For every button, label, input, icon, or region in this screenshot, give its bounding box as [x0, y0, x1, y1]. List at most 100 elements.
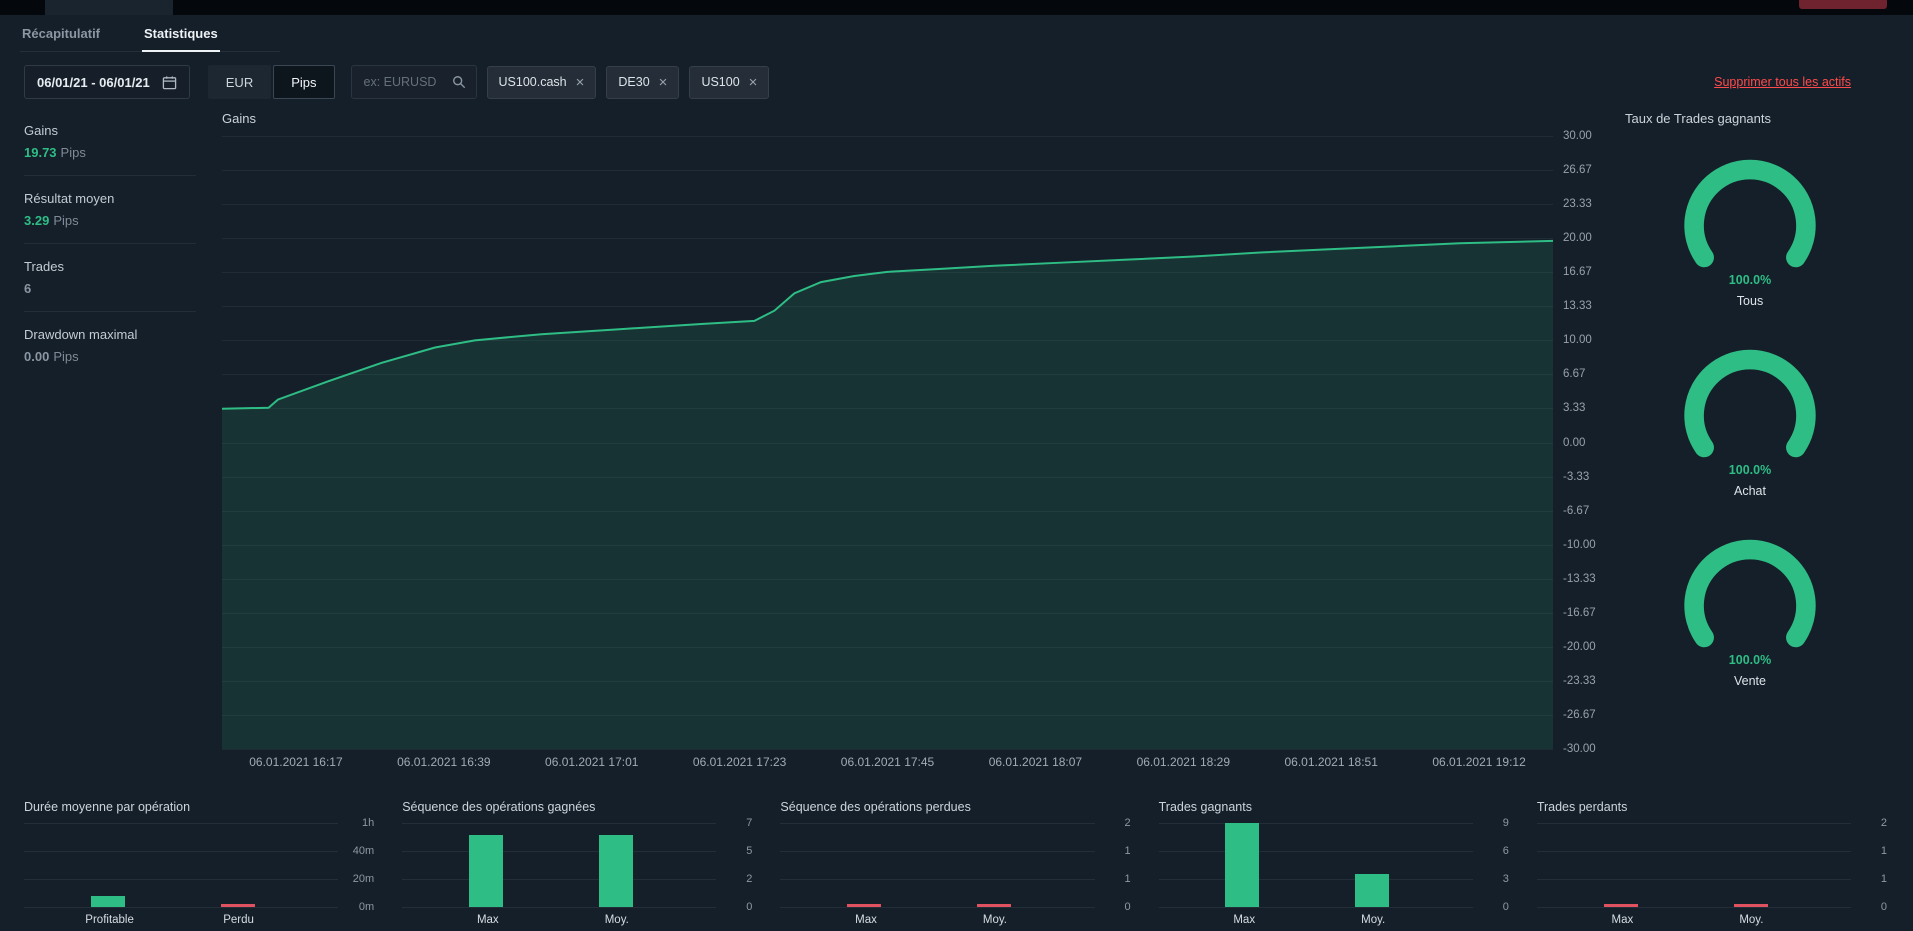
gains-xtick: 06.01.2021 18:51 [1284, 755, 1378, 769]
display-mode-toggle: EUR Pips [207, 65, 335, 99]
stat-unit: Pips [53, 349, 79, 364]
gauge-arc-icon [1684, 539, 1816, 648]
statistics-page: Récapitulatif Statistiques 06/01/21 - 06… [0, 0, 1913, 931]
calendar-icon [162, 75, 177, 89]
search-icon [452, 76, 465, 89]
gains-xtick: 06.01.2021 17:23 [692, 755, 787, 769]
gains-y-axis: 30.00 26.67 23.33 20.00 16.67 13.33 10.00 6.67 3… [1553, 130, 1611, 755]
asset-chip-label: DE30 [618, 75, 650, 89]
search-input[interactable] [361, 74, 446, 90]
gauge-tous: 100.0% Tous [1666, 150, 1834, 308]
date-range-value: 06/01/21 - 06/01/21 [37, 74, 150, 90]
asset-chip-us100[interactable]: US100 × [689, 65, 770, 99]
gains-ytick: -30.00 [1563, 743, 1596, 755]
remove-all-assets-link[interactable]: Supprimer tous les actifs [1714, 75, 1851, 89]
mini-ytick: 0 [746, 901, 753, 913]
gauge-arc-icon [1684, 349, 1816, 458]
mini-chart-win-streak[interactable]: Séquence des opérations gagnées 7 5 2 0 Max… [402, 800, 754, 926]
stat-value: 6 [24, 281, 32, 296]
gains-xtick: 06.01.2021 19:12 [1432, 755, 1526, 769]
asset-chip-label: US100.cash [498, 75, 567, 89]
date-range-picker[interactable]: 06/01/21 - 06/01/21 [24, 65, 190, 99]
filter-bar: 06/01/21 - 06/01/21 EUR Pips US100.cash … [0, 52, 1913, 99]
mini-ytick: 7 [746, 817, 753, 829]
page-tabs: Récapitulatif Statistiques [20, 24, 280, 52]
gains-ytick: 20.00 [1563, 232, 1592, 245]
mini-ytick: 2 [746, 873, 753, 885]
stat-label: Gains [24, 123, 58, 138]
gains-x-axis: 06.01.2021 16:17 06.01.2021 16:39 06.01.20… [222, 749, 1553, 775]
gains-ytick: -10.00 [1563, 538, 1596, 551]
gains-chart-plot[interactable] [222, 136, 1553, 750]
mini-ytick: 0 [1124, 901, 1131, 913]
window-tab[interactable] [45, 0, 173, 15]
gains-ytick: 3.33 [1563, 402, 1586, 415]
mini-category-label: Max [1233, 914, 1256, 926]
symbol-search [350, 65, 477, 99]
gauge-achat: 100.0% Achat [1666, 340, 1834, 498]
mini-ytick: 6 [1502, 845, 1509, 857]
gains-xtick: 06.01.2021 18:29 [1136, 755, 1230, 769]
win-rate-title: Taux de Trades gagnants [1625, 111, 1771, 126]
stat-gains: Gains 19.73 Pips [24, 123, 196, 160]
gauge-value: 100.0% [1728, 463, 1772, 477]
tab-statistiques[interactable]: Statistiques [142, 24, 220, 52]
chip-remove-icon[interactable]: × [576, 75, 585, 90]
unit-toggle-pips[interactable]: Pips [273, 65, 335, 99]
currency-toggle-eur[interactable]: EUR [207, 65, 272, 99]
stat-unit: Pips [53, 213, 79, 228]
gauge-value: 100.0% [1728, 273, 1772, 287]
gains-ytick: 16.67 [1563, 266, 1592, 279]
mini-ytick: 1 [1880, 845, 1888, 857]
asset-chip-us100cash[interactable]: US100.cash × [486, 65, 597, 99]
tab-recapitulatif[interactable]: Récapitulatif [20, 24, 102, 51]
mini-ytick: 1 [1124, 873, 1131, 885]
gains-ytick: 0.00 [1563, 436, 1586, 449]
gains-ytick: -26.67 [1563, 708, 1596, 721]
bar-moy [1733, 904, 1768, 907]
gauge-vente: 100.0% Vente [1666, 530, 1834, 688]
chip-remove-icon[interactable]: × [749, 75, 758, 90]
mini-ytick: 20m [352, 873, 375, 885]
gains-xtick: 06.01.2021 17:01 [545, 755, 639, 769]
mini-category-label: Perdu [223, 914, 254, 926]
bar-profitable [90, 895, 125, 907]
mini-ytick: 9 [1502, 817, 1509, 829]
gains-chart-title: Gains [222, 111, 256, 126]
bar-max [1225, 823, 1260, 907]
top-right-button-partial[interactable] [1799, 0, 1887, 9]
win-rate-panel: Taux de Trades gagnants 100.0% Tous 100.… [1611, 109, 1889, 775]
bar-perdu [220, 904, 255, 907]
gains-ytick: 30.00 [1563, 130, 1592, 142]
mini-chart-losing-trades[interactable]: Trades perdants 2 1 1 0 Max Moy. [1536, 800, 1889, 926]
mini-category-label: Max [476, 914, 499, 926]
gains-xtick: 06.01.2021 18:07 [988, 755, 1083, 769]
mini-chart-title: Trades gagnants [1158, 800, 1252, 814]
stat-drawdown: Drawdown maximal 0.00 Pips [24, 327, 196, 364]
gridline [1158, 907, 1473, 908]
mini-chart-loss-streak[interactable]: Séquence des opérations perdues 2 1 1 0 Max… [780, 800, 1132, 926]
mini-chart-title: Séquence des opérations perdues [780, 800, 971, 814]
mini-category-label: Moy. [1361, 914, 1386, 926]
mini-chart-duration[interactable]: Durée moyenne par opération 1h 40m 20m 0m P… [24, 800, 376, 926]
asset-chip-de30[interactable]: DE30 × [606, 65, 680, 99]
gridline [402, 907, 717, 908]
gauge-arc-icon [1684, 159, 1816, 268]
gains-ytick: -3.33 [1563, 470, 1590, 483]
stat-value: 19.73 [24, 145, 57, 160]
mini-category-label: Moy. [604, 914, 629, 926]
mini-category-label: Moy. [1739, 914, 1764, 926]
mini-chart-title: Durée moyenne par opération [24, 800, 191, 814]
stat-unit: Pips [60, 145, 86, 160]
gauge-label: Tous [1736, 294, 1764, 308]
gains-xtick: 06.01.2021 17:45 [840, 755, 935, 769]
mini-ytick: 3 [1502, 873, 1509, 885]
mini-chart-winning-trades[interactable]: Trades gagnants 9 6 3 0 Max Moy. [1158, 800, 1511, 926]
chip-remove-icon[interactable]: × [659, 75, 668, 90]
gridline [1536, 907, 1852, 908]
gauge-value: 100.0% [1728, 653, 1772, 667]
mini-category-label: Moy. [982, 914, 1007, 926]
gains-xtick: 06.01.2021 16:17 [249, 755, 343, 769]
gains-ytick: -16.67 [1563, 606, 1596, 619]
mini-ytick: 40m [352, 845, 375, 857]
